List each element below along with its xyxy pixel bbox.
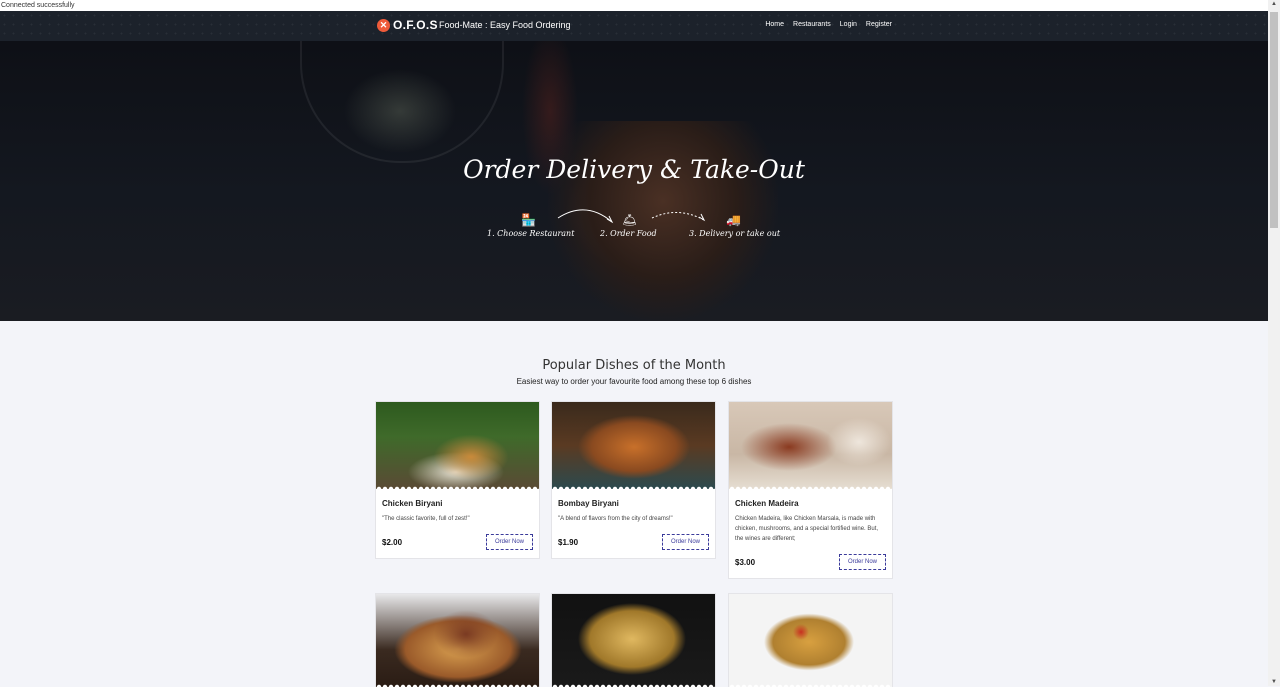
scroll-up-icon[interactable]: ▲ [1268,1,1280,7]
nav-register[interactable]: Register [866,21,892,28]
site-title: Food-Mate : Easy Food Ordering [439,20,571,30]
hero-glass-shape [300,41,504,163]
dish-card [728,593,893,687]
cloche-icon: 🛎 [622,213,638,227]
order-now-button[interactable]: Order Now [661,534,709,550]
hero-banner: Order Delivery & Take-Out 🏪 🛎 🚚 1. Choos… [0,41,1268,321]
step-arrow-icon [557,209,614,224]
step-arrow-dashed-icon [651,212,706,222]
status-bar: Connected successfully [0,0,1269,11]
nav-home[interactable]: Home [765,21,784,28]
step-choose-restaurant: 1. Choose Restaurant [487,229,575,238]
status-text: Connected successfully [1,2,75,9]
dish-image[interactable] [729,402,892,489]
dish-card: Chicken Madeira Chicken Madeira, like Ch… [728,401,893,579]
dish-description: Chicken Madeira, like Chicken Marsala, i… [735,516,879,542]
dish-name: Chicken Biryani [382,499,443,508]
logo[interactable]: ✕ O.F.O.S [377,18,438,32]
section-subtitle: Easiest way to order your favourite food… [516,377,752,386]
dish-image[interactable] [376,402,539,489]
dish-image[interactable] [552,594,715,687]
dish-price: $3.00 [735,557,756,567]
dish-card: Chicken Biryani "The classic favorite, f… [375,401,540,559]
navbar: ✕ O.F.O.S Food-Mate : Easy Food Ordering… [0,11,1268,41]
scroll-thumb[interactable] [1270,12,1278,228]
dish-name: Bombay Biryani [558,499,619,508]
dish-image[interactable] [729,594,892,687]
order-now-button[interactable]: Order Now [485,534,533,550]
dish-card [375,593,540,687]
dish-price: $1.90 [558,537,579,547]
hero-title: Order Delivery & Take-Out [463,155,805,184]
dish-image[interactable] [376,594,539,687]
scroll-down-icon[interactable]: ▼ [1268,679,1280,685]
nav-restaurants[interactable]: Restaurants [793,21,831,28]
order-now-button[interactable]: Order Now [838,554,886,570]
scrollbar[interactable]: ▲ ▼ [1268,0,1280,686]
dish-card: Bombay Biryani "A blend of flavors from … [551,401,716,559]
logo-text: O.F.O.S [393,18,438,32]
step-delivery: 3. Delivery or take out [689,229,781,238]
dish-card [551,593,716,687]
utensils-icon: ✕ [377,18,390,32]
dish-description: "The classic favorite, full of zest!" [382,516,470,522]
dish-price: $2.00 [382,537,403,547]
restaurant-icon: 🏪 [521,213,536,227]
nav-login[interactable]: Login [840,21,857,28]
section-title: Popular Dishes of the Month [542,358,726,373]
dish-image[interactable] [552,402,715,489]
dish-description: "A blend of flavors from the city of dre… [558,516,673,522]
step-order-food: 2. Order Food [600,229,657,238]
nav-links: Home Restaurants Login Register [765,21,892,28]
delivery-truck-icon: 🚚 [726,213,741,227]
dish-name: Chicken Madeira [735,499,799,508]
